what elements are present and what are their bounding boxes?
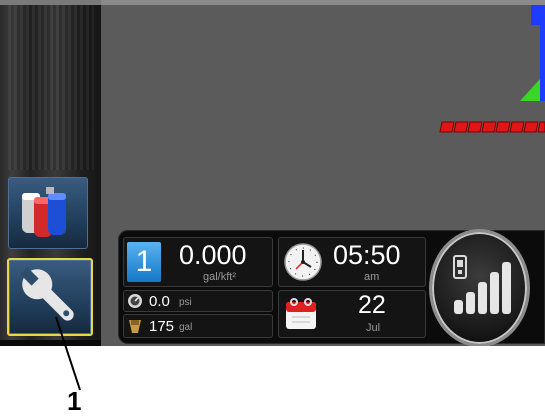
- tank-volume-icon: [129, 320, 141, 333]
- setup-button[interactable]: [7, 258, 93, 336]
- boom-number-badge: 1: [127, 242, 161, 282]
- products-button[interactable]: [8, 177, 88, 249]
- pressure-gauge-icon: [128, 294, 142, 308]
- time-cell[interactable]: 05:50 am: [278, 237, 426, 287]
- swath-sections: [439, 121, 545, 133]
- application-rate-unit: gal/kft²: [203, 271, 237, 283]
- pressure-value: 0.0: [149, 293, 170, 310]
- display-screen: 1 0.000 gal/kft² 0.0 psi 175 gal 05:50 a…: [0, 0, 545, 346]
- product-tanks-icon: [22, 187, 66, 237]
- calendar-icon: [286, 298, 316, 329]
- sidebar-bottom-edge: [0, 340, 101, 346]
- map-overlay: [439, 5, 545, 133]
- phone-signal-icon: [453, 255, 511, 314]
- tank-volume-unit: gal: [179, 322, 193, 333]
- boom-number: 1: [135, 245, 153, 278]
- pressure-cell[interactable]: 0.0 psi: [123, 290, 273, 312]
- tank-volume-cell[interactable]: 175 gal: [123, 314, 273, 338]
- callout-label: 1: [67, 386, 82, 416]
- sidebar: [0, 0, 101, 346]
- connectivity-button[interactable]: [432, 232, 527, 344]
- date-day: 22: [358, 291, 386, 319]
- date-cell[interactable]: 22 Jul: [278, 290, 426, 338]
- clock-icon: [284, 243, 322, 281]
- application-rate-value: 0.000: [179, 240, 247, 270]
- sidebar-texture: [8, 5, 94, 170]
- guidance-map[interactable]: [101, 5, 545, 230]
- wrench-icon: [20, 267, 74, 321]
- application-rate-cell[interactable]: 1 0.000 gal/kft²: [123, 237, 273, 287]
- date-month: Jul: [366, 322, 381, 334]
- vehicle-guide-line: [540, 13, 545, 101]
- pressure-unit: psi: [179, 297, 192, 308]
- vehicle-icon: [520, 79, 540, 101]
- time-period: am: [364, 271, 380, 283]
- tank-volume-value: 175: [149, 318, 175, 335]
- time-value: 05:50: [333, 240, 401, 270]
